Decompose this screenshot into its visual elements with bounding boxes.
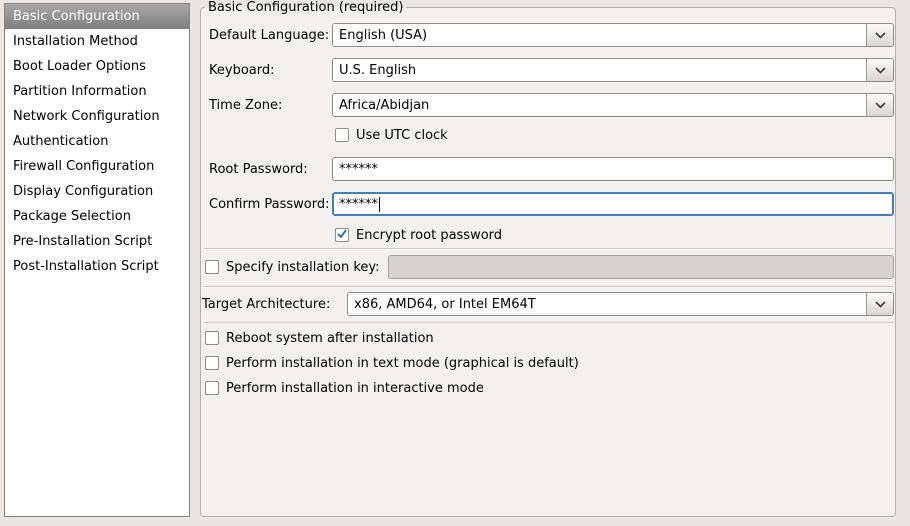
sidebar-item-installation-method[interactable]: Installation Method [5, 29, 189, 54]
separator [204, 286, 894, 288]
time-zone-value: Africa/Abidjan [333, 94, 866, 116]
app-window: Basic Configuration Installation Method … [0, 0, 910, 526]
keyboard-value: U.S. English [333, 59, 866, 81]
confirm-password-label: Confirm Password: [209, 197, 332, 212]
target-architecture-label: Target Architecture: [202, 297, 347, 312]
target-architecture-select[interactable]: x86, AMD64, or Intel EM64T [347, 292, 894, 316]
reboot-checkbox[interactable] [205, 331, 219, 345]
target-architecture-dropdown-button[interactable] [866, 293, 893, 315]
utc-clock-label: Use UTC clock [356, 128, 448, 143]
sidebar-item-boot-loader-options[interactable]: Boot Loader Options [5, 54, 189, 79]
installation-key-checkbox[interactable] [205, 260, 219, 274]
default-language-label: Default Language: [209, 28, 332, 43]
installation-key-label: Specify installation key: [226, 260, 380, 275]
root-password-masked-value: ****** [339, 162, 378, 177]
default-language-dropdown-button[interactable] [866, 24, 893, 46]
utc-clock-checkbox[interactable] [335, 128, 349, 142]
interactive-mode-label: Perform installation in interactive mode [226, 381, 484, 396]
root-password-input[interactable]: ****** [332, 157, 894, 181]
interactive-mode-checkbox[interactable] [205, 381, 219, 395]
sidebar-item-basic-configuration[interactable]: Basic Configuration [5, 4, 189, 29]
sidebar-item-network-configuration[interactable]: Network Configuration [5, 104, 189, 129]
text-mode-checkbox[interactable] [205, 356, 219, 370]
time-zone-label: Time Zone: [209, 98, 332, 113]
root-password-label: Root Password: [209, 162, 332, 177]
chevron-down-icon [875, 63, 886, 78]
confirm-password-masked-value: ****** [339, 197, 378, 212]
sidebar-item-authentication[interactable]: Authentication [5, 129, 189, 154]
confirm-password-input[interactable]: ****** [332, 192, 894, 216]
encrypt-password-checkbox[interactable] [335, 228, 349, 242]
keyboard-dropdown-button[interactable] [866, 59, 893, 81]
sidebar-item-post-installation-script[interactable]: Post-Installation Script [5, 254, 189, 279]
section-list: Basic Configuration Installation Method … [4, 3, 190, 517]
time-zone-dropdown-button[interactable] [866, 94, 893, 116]
text-cursor [379, 197, 380, 212]
sidebar-item-display-configuration[interactable]: Display Configuration [5, 179, 189, 204]
sidebar-item-pre-installation-script[interactable]: Pre-Installation Script [5, 229, 189, 254]
chevron-down-icon [875, 98, 886, 113]
reboot-label: Reboot system after installation [226, 331, 434, 346]
encrypt-password-label: Encrypt root password [356, 228, 502, 243]
chevron-down-icon [875, 297, 886, 312]
chevron-down-icon [875, 28, 886, 43]
keyboard-label: Keyboard: [209, 63, 332, 78]
keyboard-select[interactable]: U.S. English [332, 58, 894, 82]
sidebar-item-partition-information[interactable]: Partition Information [5, 79, 189, 104]
target-architecture-value: x86, AMD64, or Intel EM64T [348, 293, 866, 315]
default-language-select[interactable]: English (USA) [332, 23, 894, 47]
sidebar-item-firewall-configuration[interactable]: Firewall Configuration [5, 154, 189, 179]
text-mode-label: Perform installation in text mode (graph… [226, 356, 579, 371]
separator [204, 248, 894, 250]
time-zone-select[interactable]: Africa/Abidjan [332, 93, 894, 117]
frame-legend: Basic Configuration (required) [205, 0, 406, 15]
installation-key-input [388, 255, 894, 279]
default-language-value: English (USA) [333, 24, 866, 46]
sidebar-item-package-selection[interactable]: Package Selection [5, 204, 189, 229]
checkmark-icon [337, 228, 347, 243]
separator [204, 322, 894, 324]
